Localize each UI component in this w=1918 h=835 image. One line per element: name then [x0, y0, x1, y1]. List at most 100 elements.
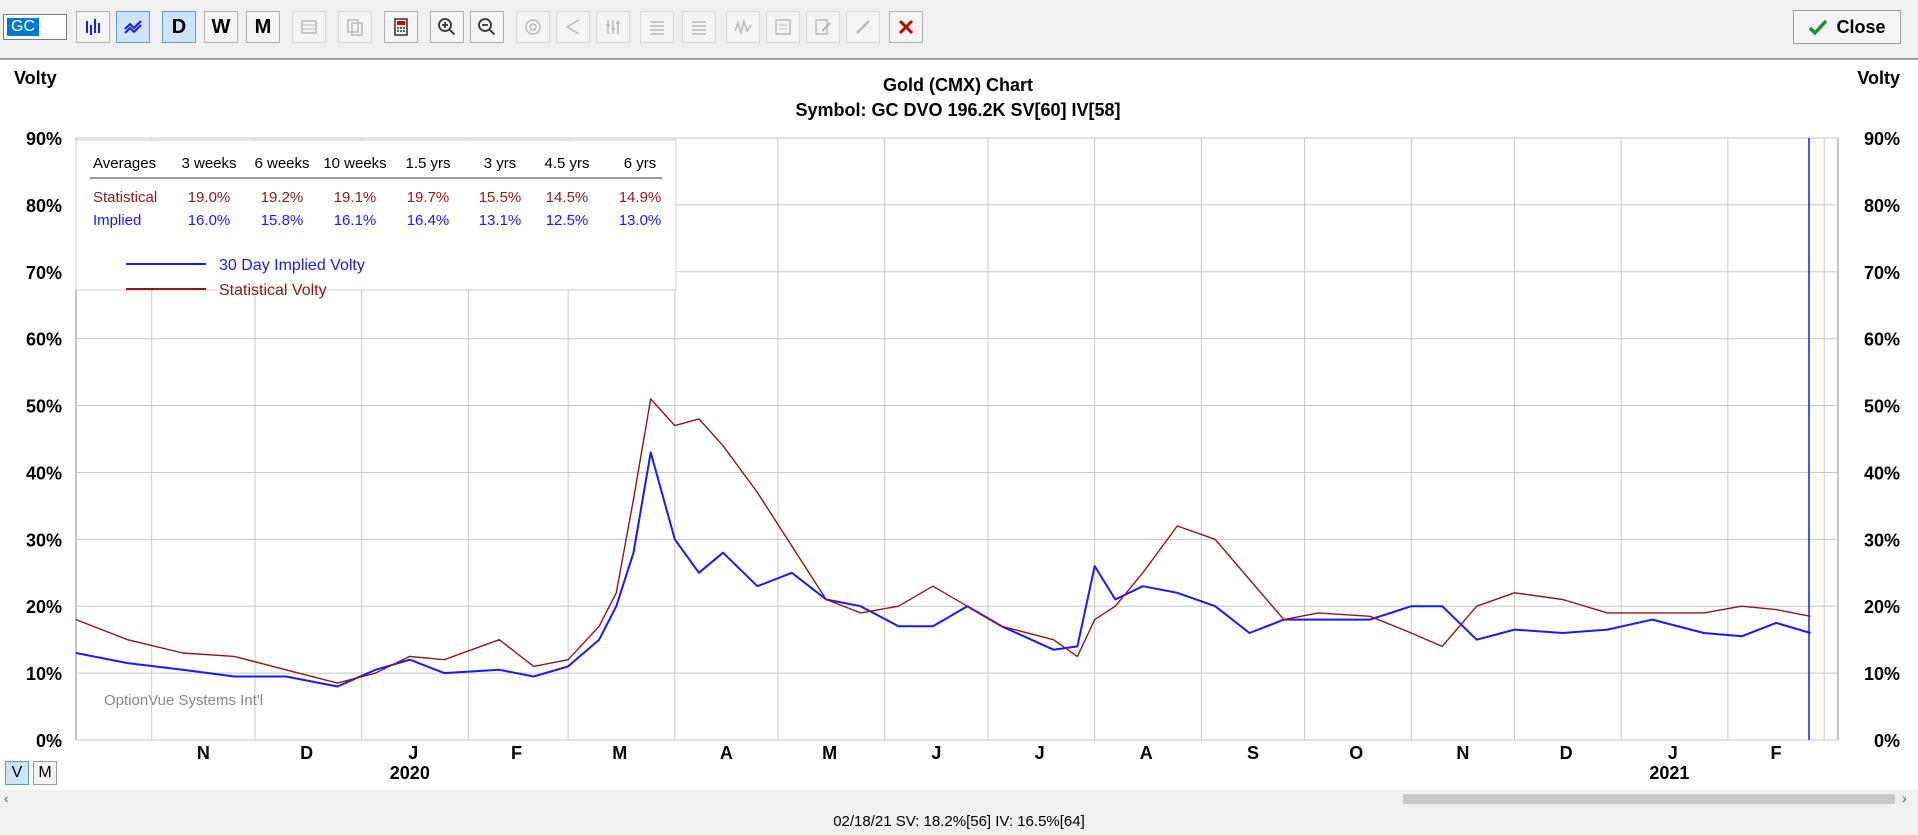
status-bar: 02/18/21 SV: 18.2%[56] IV: 16.5%[64]: [0, 808, 1918, 835]
watermark: OptionVue Systems Int'l: [104, 692, 263, 709]
calculator-button[interactable]: [384, 11, 418, 43]
close-button[interactable]: Close: [1793, 10, 1901, 44]
x-tick-label: F: [1771, 743, 1782, 763]
scroll-right-icon[interactable]: ›: [1902, 790, 1907, 806]
x-tick-label: A: [1140, 743, 1153, 763]
scroll-left-icon[interactable]: ‹: [4, 790, 9, 806]
table-cell: 14.5%: [546, 189, 589, 206]
y-tick-label-left: 40%: [26, 463, 62, 483]
table-cell: 19.7%: [407, 189, 450, 206]
table-header: 6 weeks: [254, 155, 309, 172]
chart-title: Gold (CMX) Chart: [883, 75, 1033, 95]
volatility-chart[interactable]: Volty Volty Gold (CMX) Chart Symbol: GC …: [0, 60, 1918, 800]
symbol-input[interactable]: GC: [3, 14, 67, 40]
list-disabled-button-2[interactable]: [682, 11, 716, 43]
x-tick-label: O: [1349, 743, 1363, 763]
table-header: Averages: [93, 155, 156, 172]
chart-area: Volty Volty Gold (CMX) Chart Symbol: GC …: [0, 60, 1918, 800]
x-tick-label: S: [1247, 743, 1259, 763]
y-tick-label-left: 70%: [26, 263, 62, 283]
horizontal-scrollbar[interactable]: ‹ ›: [0, 790, 1918, 808]
table-cell: 16.4%: [407, 212, 450, 229]
year-label-2020: 2020: [390, 763, 430, 783]
table-cell: 19.0%: [188, 189, 231, 206]
table-cell: 19.1%: [334, 189, 377, 206]
target-disabled-button[interactable]: [516, 11, 550, 43]
copy-disabled-button[interactable]: [338, 11, 372, 43]
x-tick-label: N: [197, 743, 210, 763]
scrollbar-thumb[interactable]: [1403, 794, 1895, 804]
daily-period-button[interactable]: D: [162, 11, 196, 43]
x-tick-label: M: [612, 743, 627, 763]
table-cell: 15.5%: [479, 189, 522, 206]
weekly-label: W: [211, 15, 231, 38]
x-tick-label: J: [408, 743, 418, 763]
list-alt-icon: [692, 21, 706, 35]
table-disabled-button[interactable]: [292, 11, 326, 43]
table-row-label: Implied: [93, 212, 141, 229]
right-axis-label: Volty: [1857, 68, 1900, 88]
sliders-icon: [606, 20, 620, 34]
table-icon: [301, 20, 317, 34]
check-icon: [1809, 19, 1828, 36]
copy-icon: [347, 19, 363, 36]
list-disabled-button-1[interactable]: [640, 11, 674, 43]
x-ticks: N D J F M A M J J A S O N D J F 2020 2021: [197, 743, 1782, 783]
left-axis-label: Volty: [14, 68, 57, 88]
zoom-out-button[interactable]: [470, 11, 504, 43]
x-tick-label: F: [511, 743, 522, 763]
x-tick-label: J: [931, 743, 941, 763]
daily-label: D: [171, 15, 187, 38]
table-header: 6 yrs: [624, 155, 657, 172]
table-cell: 16.0%: [188, 212, 231, 229]
y-tick-label-right: 10%: [1864, 664, 1900, 684]
close-x-icon: [898, 19, 914, 35]
table-cell: 13.1%: [479, 212, 522, 229]
averages-table: Averages 3 weeks 6 weeks 10 weeks 1.5 yrs 3 y…: [75, 139, 677, 291]
sliders-disabled-button[interactable]: [596, 11, 630, 43]
toolbar: GC D W M Close: [0, 0, 1918, 60]
table-cell: 19.2%: [261, 189, 304, 206]
y-tick-label-left: 20%: [26, 597, 62, 617]
bar-chart-toggle-button[interactable]: [76, 11, 110, 43]
arrow-disabled-button[interactable]: [556, 11, 590, 43]
calculator-icon: [394, 18, 408, 36]
year-label-2021: 2021: [1649, 763, 1689, 783]
pencil-disabled-button[interactable]: [846, 11, 880, 43]
y-tick-label-right: 70%: [1864, 263, 1900, 283]
status-text: 02/18/21 SV: 18.2%[56] IV: 16.5%[64]: [833, 813, 1085, 830]
table-header: 4.5 yrs: [544, 155, 589, 172]
table-header: 10 weeks: [323, 155, 386, 172]
y-tick-label-left: 30%: [26, 530, 62, 550]
delete-button[interactable]: [889, 11, 923, 43]
x-tick-label: D: [1560, 743, 1573, 763]
view-m-button[interactable]: M: [33, 761, 57, 785]
implied-volty-line: [75, 451, 1811, 688]
form-icon: [775, 19, 791, 35]
zoom-out-icon: [478, 18, 496, 36]
zoom-in-button[interactable]: [430, 11, 464, 43]
y-tick-label-right: 90%: [1864, 129, 1900, 149]
y-tick-label-right: 40%: [1864, 463, 1900, 483]
y-tick-label-left: 10%: [26, 664, 62, 684]
table-row-label: Statistical: [93, 189, 157, 206]
form-disabled-button[interactable]: [766, 11, 800, 43]
table-cell: 12.5%: [546, 212, 589, 229]
weekly-period-button[interactable]: W: [204, 11, 238, 43]
volatility-chart-toggle-button[interactable]: [116, 11, 150, 43]
table-header: 3 weeks: [181, 155, 236, 172]
x-tick-label: D: [300, 743, 313, 763]
table-cell: 13.0%: [619, 212, 662, 229]
y-tick-label-left: 50%: [26, 397, 62, 417]
x-tick-label: M: [822, 743, 837, 763]
edit-disabled-button[interactable]: [806, 11, 840, 43]
x-tick-label: J: [1035, 743, 1045, 763]
wave-disabled-button[interactable]: [726, 11, 760, 43]
legend-statistical-label: Statistical Volty: [219, 282, 327, 299]
view-v-button[interactable]: V: [5, 761, 29, 785]
statistical-volty-line: [75, 398, 1811, 684]
close-label: Close: [1836, 16, 1886, 37]
monthly-period-button[interactable]: M: [246, 11, 280, 43]
x-tick-label: A: [720, 743, 733, 763]
list-icon: [650, 21, 664, 35]
